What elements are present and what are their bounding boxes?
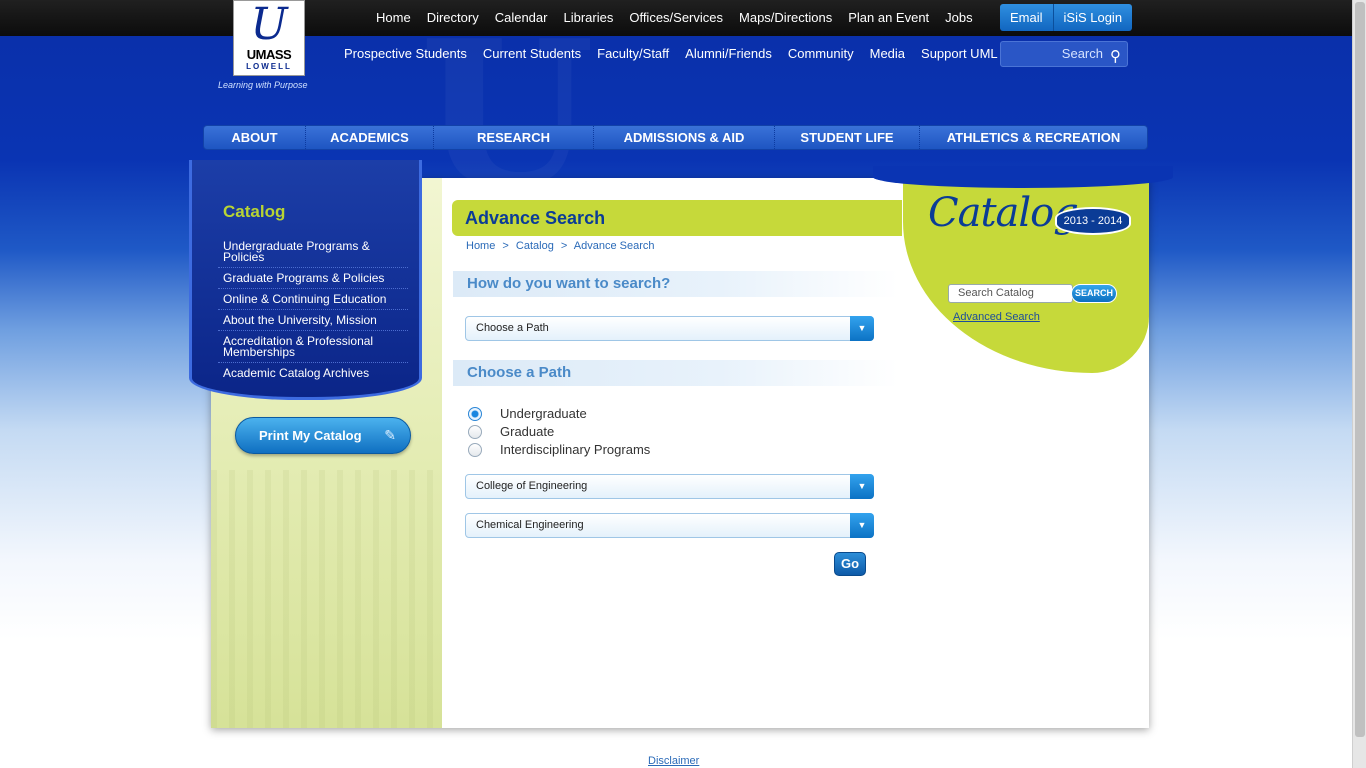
- logo-mark: U: [250, 0, 288, 50]
- advanced-search-link[interactable]: Advanced Search: [953, 311, 1040, 323]
- mainnav-student-life[interactable]: STUDENT LIFE: [775, 126, 920, 149]
- secnav-community[interactable]: Community: [780, 46, 862, 62]
- sidebar-title: Catalog: [223, 202, 286, 221]
- logo-name-line2: LOWELL: [246, 62, 292, 71]
- sidebar-item-archives[interactable]: Academic Catalog Archives: [218, 363, 408, 383]
- radio-label: Graduate: [500, 424, 555, 439]
- disclaimer-link[interactable]: Disclaimer: [648, 755, 699, 767]
- topnav-plan-an-event[interactable]: Plan an Event: [840, 10, 937, 26]
- pencil-icon: ✎: [384, 427, 396, 443]
- mainnav-about[interactable]: ABOUT: [204, 126, 306, 149]
- chevron-down-icon[interactable]: ▼: [850, 474, 874, 499]
- catalog-search-button[interactable]: SEARCH: [1071, 284, 1117, 303]
- catalog-sidebar: Catalog Undergraduate Programs & Policie…: [189, 160, 422, 400]
- sidebar-item-about-university[interactable]: About the University, Mission: [218, 310, 408, 331]
- secnav-faculty-staff[interactable]: Faculty/Staff: [589, 46, 677, 62]
- radio-button[interactable]: [468, 425, 482, 439]
- breadcrumb-separator: >: [560, 240, 568, 252]
- breadcrumb-home[interactable]: Home: [466, 240, 495, 252]
- isis-login-button[interactable]: iSiS Login: [1053, 4, 1133, 31]
- choose-path-heading: Choose a Path: [453, 360, 898, 386]
- search-question-heading: How do you want to search?: [453, 271, 898, 297]
- print-my-catalog-button[interactable]: Print My Catalog ✎: [235, 417, 411, 454]
- topnav-libraries[interactable]: Libraries: [555, 10, 621, 26]
- campus-photo: [211, 470, 442, 728]
- secnav-current-students[interactable]: Current Students: [475, 46, 589, 62]
- top-buttons: Email iSiS Login: [1000, 4, 1133, 31]
- sidebar-item-graduate[interactable]: Graduate Programs & Policies: [218, 268, 408, 289]
- mainnav-athletics-recreation[interactable]: ATHLETICS & RECREATION: [920, 126, 1147, 149]
- catalog-search-input[interactable]: Search Catalog: [948, 284, 1073, 303]
- search-mode-select[interactable]: Choose a Path ▼: [465, 316, 874, 341]
- audience-nav: Prospective Students Current Students Fa…: [336, 46, 1006, 62]
- program-value: Chemical Engineering: [476, 519, 584, 531]
- breadcrumb-separator: >: [502, 240, 509, 252]
- scrollbar-thumb[interactable]: [1355, 2, 1365, 737]
- site-search-placeholder: Search: [1061, 46, 1103, 61]
- secnav-media[interactable]: Media: [862, 46, 913, 62]
- radio-button[interactable]: [468, 407, 482, 421]
- topnav-jobs[interactable]: Jobs: [937, 10, 980, 26]
- college-select[interactable]: College of Engineering ▼: [465, 474, 874, 499]
- topnav-home[interactable]: Home: [368, 10, 419, 26]
- topnav-directory[interactable]: Directory: [419, 10, 487, 26]
- scrollbar[interactable]: [1352, 0, 1366, 768]
- sidebar-list: Undergraduate Programs & Policies Gradua…: [218, 236, 408, 383]
- main-nav: ABOUT ACADEMICS RESEARCH ADMISSIONS & AI…: [203, 125, 1148, 150]
- badge-cutout: [873, 166, 1173, 188]
- sidebar-item-undergraduate[interactable]: Undergraduate Programs & Policies: [218, 236, 408, 268]
- tagline: Learning with Purpose: [218, 80, 308, 90]
- utility-nav: Home Directory Calendar Libraries Office…: [368, 10, 981, 26]
- topnav-calendar[interactable]: Calendar: [487, 10, 556, 26]
- secnav-prospective-students[interactable]: Prospective Students: [336, 46, 475, 62]
- catalog-years-badge: 2013 - 2014: [1055, 207, 1131, 235]
- go-button[interactable]: Go: [834, 552, 866, 576]
- radio-label: Undergraduate: [500, 406, 587, 421]
- program-select[interactable]: Chemical Engineering ▼: [465, 513, 874, 538]
- email-button[interactable]: Email: [1000, 4, 1054, 31]
- secnav-support-uml[interactable]: Support UML: [913, 46, 1006, 62]
- topnav-offices-services[interactable]: Offices/Services: [621, 10, 731, 26]
- search-icon[interactable]: ⚲: [1110, 45, 1121, 69]
- secnav-alumni-friends[interactable]: Alumni/Friends: [677, 46, 780, 62]
- mainnav-admissions-aid[interactable]: ADMISSIONS & AID: [594, 126, 775, 149]
- sidebar-item-accreditation[interactable]: Accreditation & Professional Memberships: [218, 331, 408, 363]
- catalog-title: Catalog: [928, 190, 1079, 236]
- print-button-label: Print My Catalog: [259, 428, 362, 443]
- chevron-down-icon[interactable]: ▼: [850, 316, 874, 341]
- breadcrumb: Home > Catalog > Advance Search: [466, 240, 659, 252]
- breadcrumb-current: Advance Search: [573, 240, 655, 252]
- page-title: Advance Search: [452, 200, 902, 236]
- college-value: College of Engineering: [476, 480, 588, 492]
- topnav-maps-directions[interactable]: Maps/Directions: [731, 10, 840, 26]
- logo-name-line1: UMASS: [246, 47, 292, 62]
- chevron-down-icon[interactable]: ▼: [850, 513, 874, 538]
- breadcrumb-catalog[interactable]: Catalog: [516, 240, 554, 252]
- radio-label: Interdisciplinary Programs: [500, 442, 651, 457]
- sidebar-item-online-continuing[interactable]: Online & Continuing Education: [218, 289, 408, 310]
- radio-button[interactable]: [468, 443, 482, 457]
- mainnav-academics[interactable]: ACADEMICS: [306, 126, 434, 149]
- mainnav-research[interactable]: RESEARCH: [434, 126, 594, 149]
- search-mode-value: Choose a Path: [476, 322, 549, 334]
- site-search-input[interactable]: Search ⚲: [1000, 41, 1128, 67]
- umass-lowell-logo[interactable]: U UMASS LOWELL: [233, 0, 305, 76]
